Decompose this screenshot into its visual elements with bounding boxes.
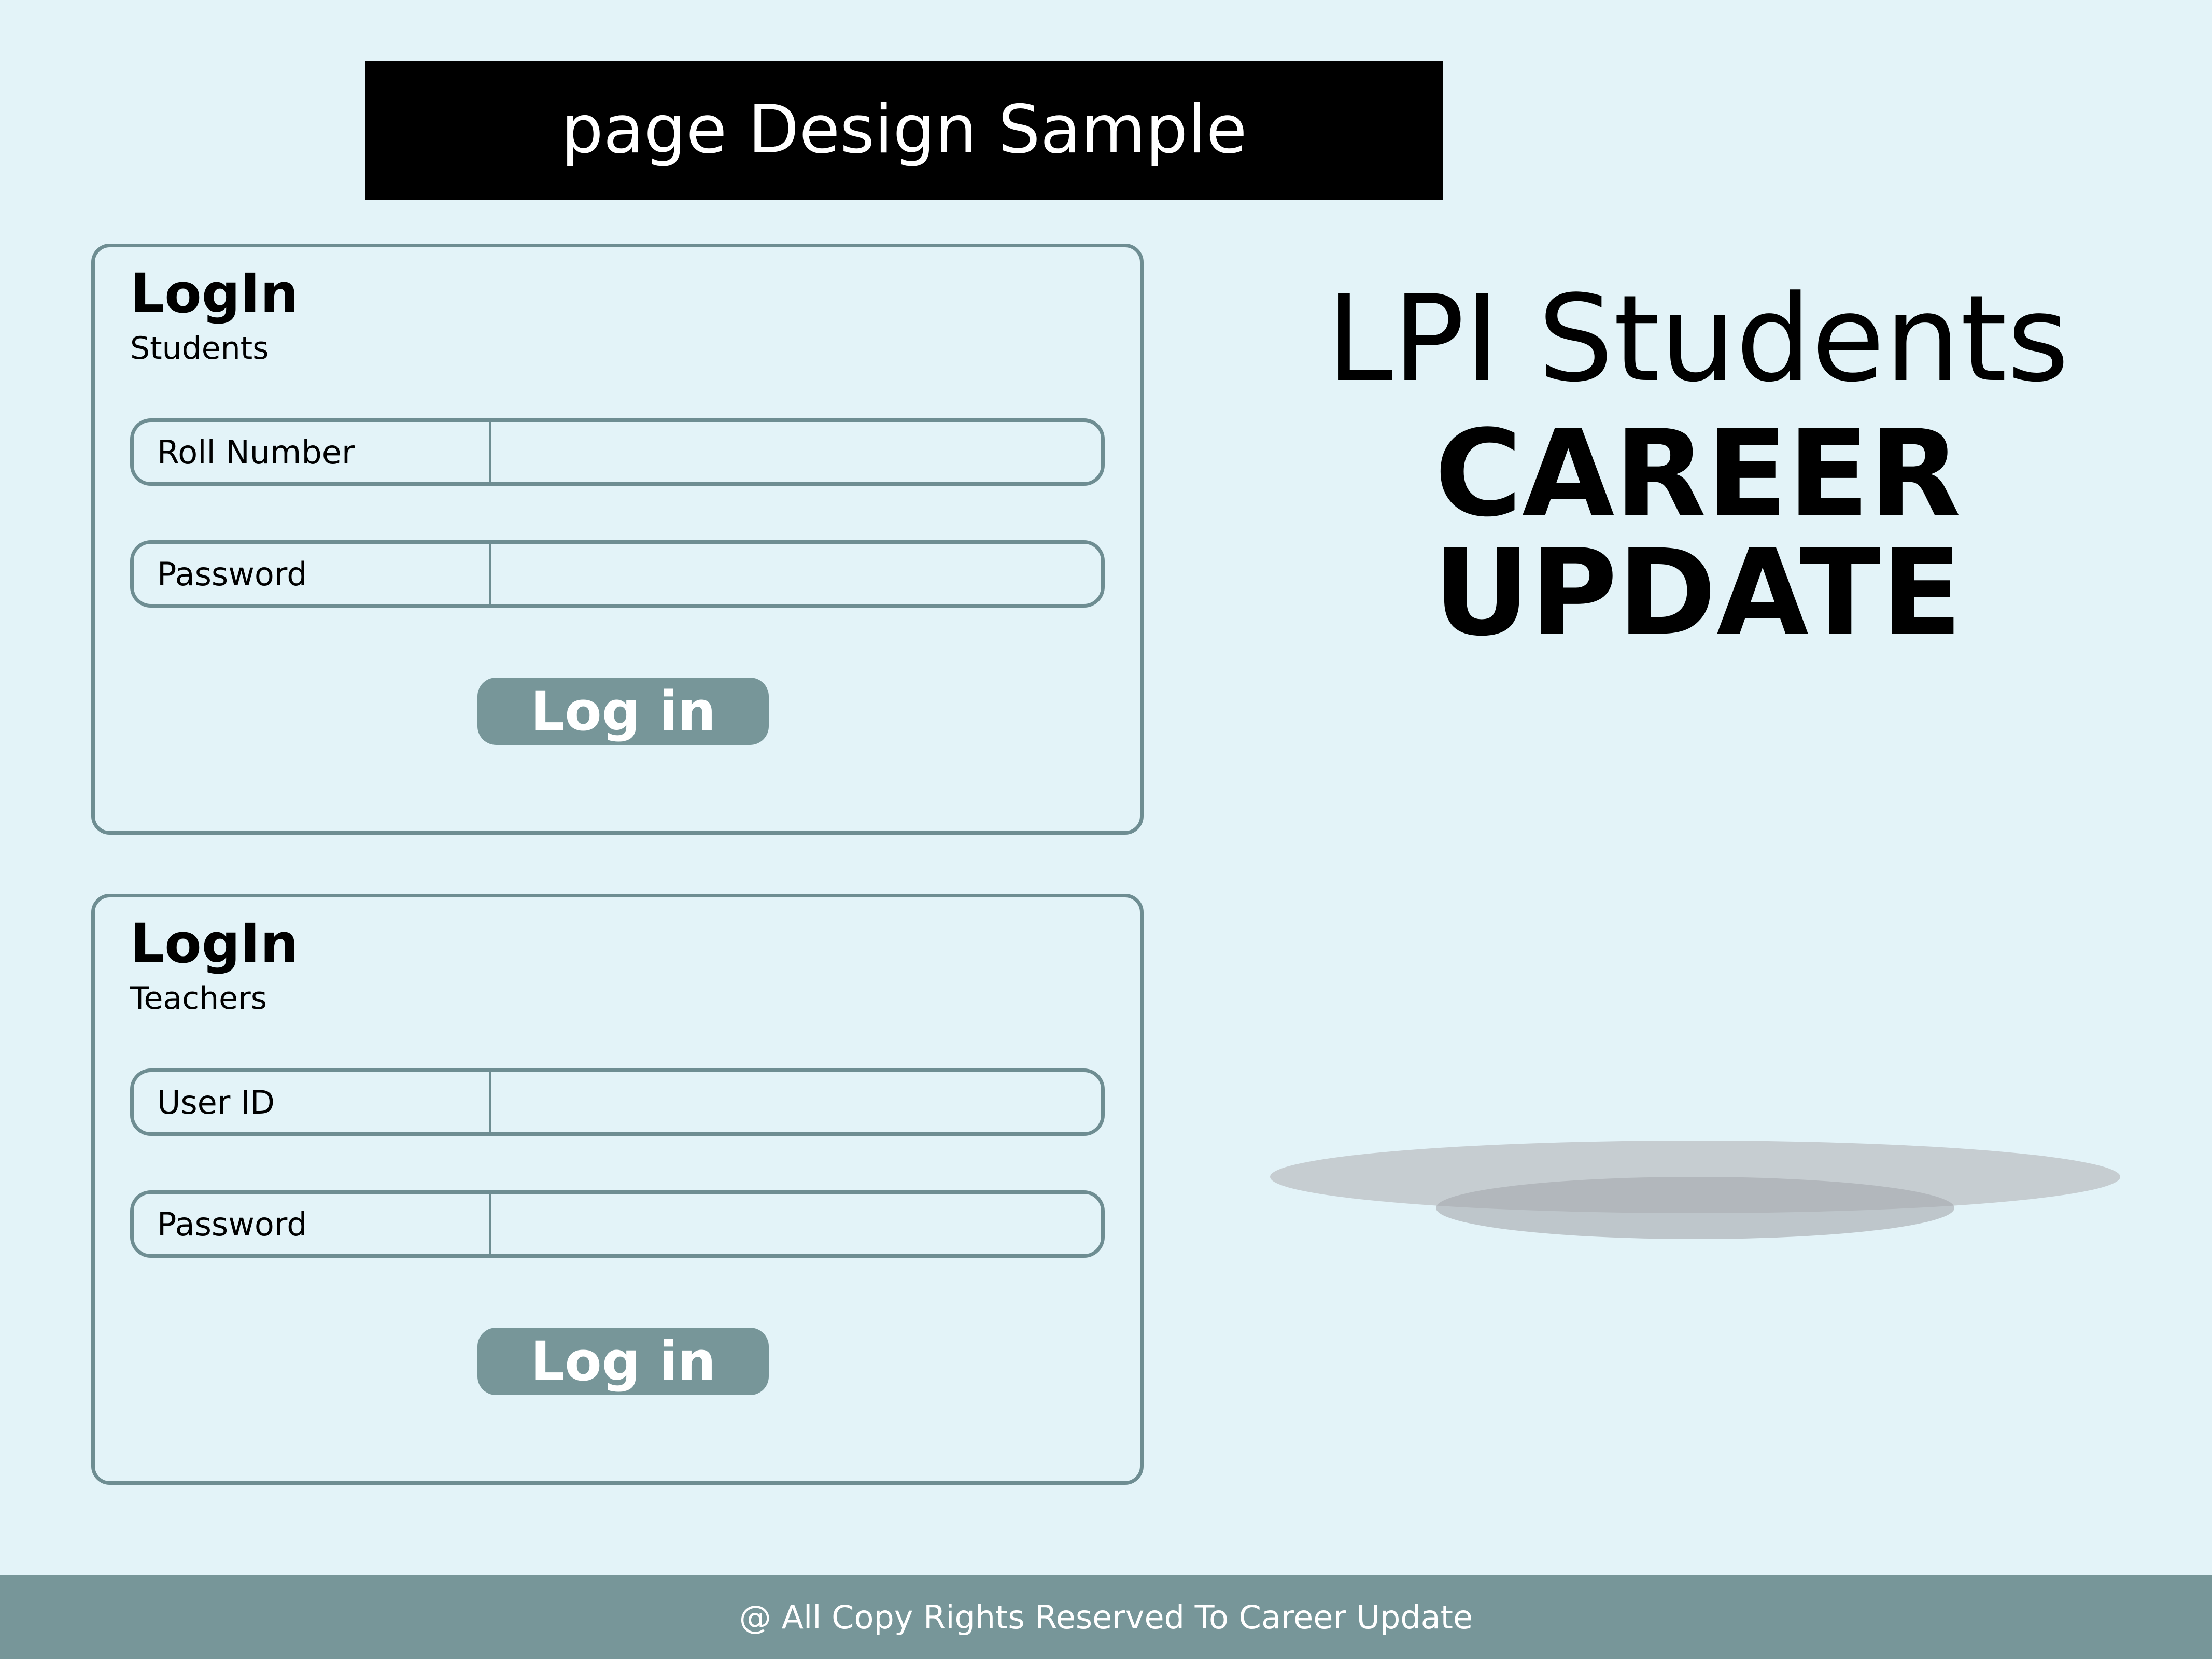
page-banner: page Design Sample (365, 61, 1443, 200)
teacher-login-button[interactable]: Log in (477, 1328, 769, 1395)
roll-number-label: Roll Number (134, 422, 491, 482)
professionals-group-illustration (1270, 1141, 2120, 1239)
user-id-label: User ID (134, 1072, 491, 1132)
hero-title: LPI Students (1326, 270, 2069, 409)
roll-number-field: Roll Number (130, 418, 1105, 486)
user-id-input[interactable] (491, 1072, 1101, 1132)
footer-text: @ All Copy Rights Reserved To Career Upd… (739, 1598, 1473, 1636)
student-login-title: LogIn (130, 262, 299, 325)
user-id-field: User ID (130, 1068, 1105, 1136)
hero-subtitle: CAREER UPDATE (1433, 405, 1963, 663)
student-login-button[interactable]: Log in (477, 678, 769, 745)
student-password-input[interactable] (491, 544, 1101, 604)
teacher-password-label: Password (134, 1194, 491, 1254)
banner-title: page Design Sample (561, 91, 1247, 168)
roll-number-input[interactable] (491, 422, 1101, 482)
student-password-field: Password (130, 540, 1105, 608)
footer: @ All Copy Rights Reserved To Career Upd… (0, 1575, 2212, 1659)
teacher-login-title: LogIn (130, 912, 299, 975)
teacher-password-input[interactable] (491, 1194, 1101, 1254)
student-login-subtitle: Students (130, 330, 269, 367)
teacher-login-subtitle: Teachers (130, 980, 267, 1017)
student-password-label: Password (134, 544, 491, 604)
teacher-login-card: LogIn Teachers User ID Password Log in (91, 894, 1144, 1485)
teacher-password-field: Password (130, 1190, 1105, 1258)
student-login-card: LogIn Students Roll Number Password Log … (91, 244, 1144, 835)
